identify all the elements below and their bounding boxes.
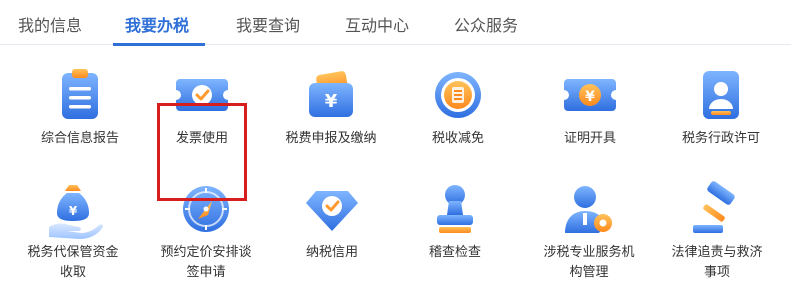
service-label: 涉税专业服务机 构管理 [543, 245, 635, 280]
service-certificate-issuance[interactable]: ¥ 证明开具 [525, 65, 655, 149]
tab-tax-handling[interactable]: 我要办税 [125, 12, 189, 36]
tab-public-service[interactable]: 公众服务 [454, 12, 518, 36]
clipboard-icon [62, 69, 98, 119]
tab-my-info[interactable]: 我的信息 [18, 12, 82, 36]
svg-text:¥: ¥ [69, 204, 78, 218]
stamp-icon [437, 185, 473, 233]
service-tax-credit[interactable]: 纳税信用 [267, 179, 397, 263]
service-label: 证明开具 [563, 131, 616, 146]
diamond-check-icon [306, 191, 358, 231]
tax-coin-icon [435, 72, 481, 118]
service-tax-declaration-payment[interactable]: ¥ 税费申报及缴纳 [266, 65, 396, 149]
service-tax-agency-management[interactable]: 涉税专业服务机 构管理 [524, 179, 654, 283]
service-label: 税务行政许可 [681, 131, 760, 146]
service-label: 发票使用 [175, 131, 228, 146]
service-legal-remedy[interactable]: 法律追责与救济 事项 [652, 179, 782, 283]
service-tax-reduction[interactable]: 税收减免 [393, 65, 523, 149]
service-label: 综合信息报告 [40, 131, 119, 146]
service-comprehensive-info-report[interactable]: 综合信息报告 [15, 65, 145, 149]
gavel-icon [693, 181, 735, 233]
service-label: 税收减免 [431, 131, 484, 146]
service-label: 税费申报及缴纳 [285, 131, 377, 146]
compass-icon [183, 186, 229, 232]
yuan-wallet-icon: ¥ [309, 71, 353, 117]
service-label: 稽查检查 [428, 245, 481, 260]
service-grid: 综合信息报告 发票使用 ¥ 税费申报及缴纳 税收减免 ¥ 证明开具 税务行政许可… [0, 45, 791, 295]
money-bag-hand-icon: ¥ [49, 185, 103, 239]
service-administrative-license[interactable]: 税务行政许可 [656, 65, 786, 149]
tab-query[interactable]: 我要查询 [236, 12, 300, 36]
service-inspection[interactable]: 稽查检查 [390, 179, 520, 263]
svg-text:¥: ¥ [585, 89, 595, 105]
nav-tabs: 我的信息 我要办税 我要查询 互动中心 公众服务 [0, 0, 791, 46]
service-label: 法律追责与救济 事项 [671, 245, 763, 280]
id-badge-icon [703, 71, 739, 119]
service-label: 纳税信用 [305, 245, 358, 260]
service-invoice-use[interactable]: 发票使用 [137, 65, 267, 149]
service-label: 预约定价安排谈 签申请 [160, 245, 252, 280]
tab-interaction-center[interactable]: 互动中心 [345, 12, 409, 36]
service-custody-fund-collection[interactable]: ¥ 税务代保管资金 收取 [8, 179, 138, 283]
yuan-ticket-icon: ¥ [564, 79, 616, 111]
service-advance-pricing-arrangement[interactable]: 预约定价安排谈 签申请 [141, 179, 271, 283]
invoice-ticket-icon [176, 79, 228, 111]
svg-text:¥: ¥ [325, 91, 338, 112]
service-label: 税务代保管资金 收取 [27, 245, 119, 280]
user-gear-icon [565, 186, 612, 233]
